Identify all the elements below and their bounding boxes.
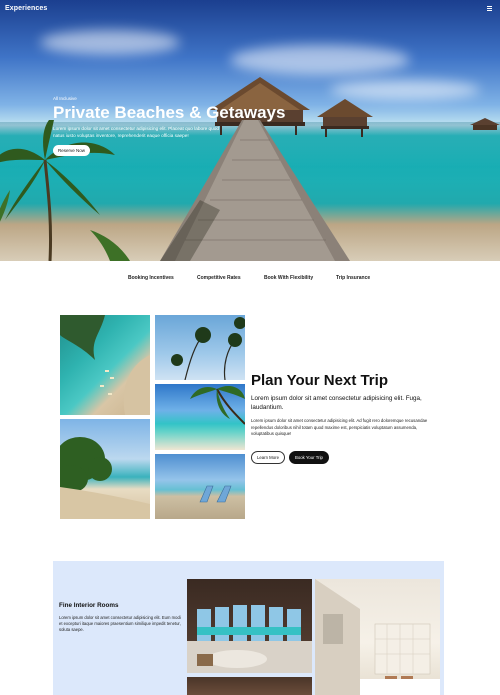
hero-content: All Inclusive Private Beaches & Getaways… (53, 96, 286, 157)
learn-more-button[interactable]: Learn More (251, 450, 285, 464)
beach-chairs-image (155, 454, 245, 519)
brand-logo[interactable]: Experiences (5, 5, 47, 12)
interior-rooms-section: Fine Interior Rooms Lorem ipsum dolor si… (53, 561, 444, 695)
hero-banner: Experiences All Inclusive Private Beache… (0, 0, 500, 261)
tab-book-with-flexibility[interactable]: Book With Flexibility (264, 275, 313, 281)
hero-description: Lorem ipsum dolor sit amet consectetur a… (53, 125, 219, 138)
hero-eyebrow: All Inclusive (53, 96, 77, 101)
bedroom-image (315, 579, 440, 695)
interior-description: Lorem ipsum dolor sit amet consectetur a… (59, 615, 181, 633)
hero-title: Private Beaches & Getaways (53, 103, 286, 122)
distant-hut-image (470, 118, 500, 130)
palm-sky-image (155, 315, 245, 380)
plan-trip-section: Plan Your Next Trip Lorem ipsum dolor si… (251, 372, 431, 464)
plan-title: Plan Your Next Trip (251, 372, 388, 389)
cloud (40, 30, 180, 55)
palm-beach-image (155, 384, 245, 450)
menu-icon[interactable] (487, 6, 492, 11)
reserve-now-button[interactable]: Reserve Now (53, 145, 91, 157)
cloud (230, 45, 410, 75)
plan-description: Lorem ipsum dolor sit amet consectetur a… (251, 418, 428, 437)
plan-actions: Learn More Book Your Trip (251, 446, 431, 464)
villa-interior-image (187, 579, 312, 673)
book-your-trip-button[interactable]: Book Your Trip (288, 450, 329, 464)
room-image (187, 677, 312, 695)
interior-title: Fine Interior Rooms (59, 602, 119, 609)
plan-lead: Lorem ipsum dolor sit amet consectetur a… (251, 395, 422, 411)
tropical-beach-image (60, 419, 150, 519)
tab-booking-incentives[interactable]: Booking Incentives (128, 275, 174, 281)
tab-competitive-rates[interactable]: Competitive Rates (197, 275, 241, 281)
tab-trip-insurance[interactable]: Trip Insurance (336, 275, 370, 281)
aerial-beach-image (60, 315, 150, 415)
